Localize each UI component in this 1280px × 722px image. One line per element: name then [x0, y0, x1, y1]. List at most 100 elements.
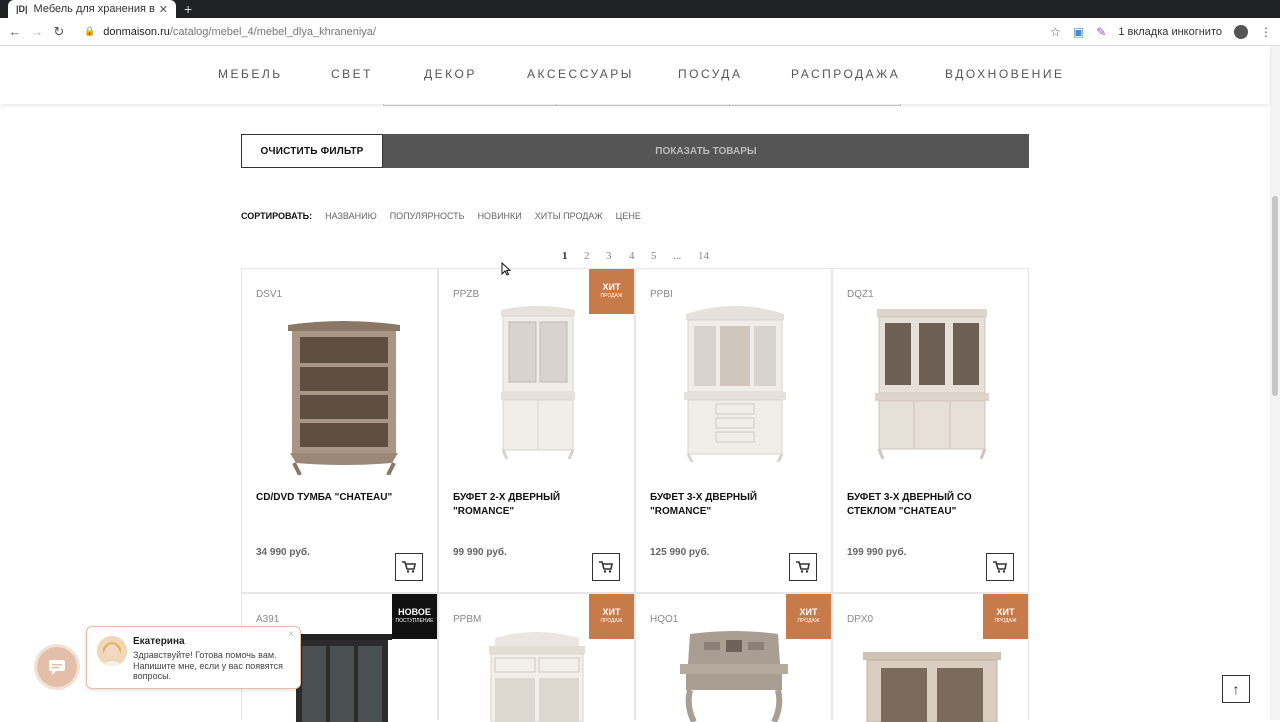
- product-image[interactable]: [284, 317, 404, 475]
- add-to-cart-button[interactable]: [986, 553, 1014, 581]
- product-sku: A391: [256, 614, 280, 625]
- close-icon[interactable]: ×: [288, 629, 294, 640]
- product-sku: PPZB: [453, 289, 480, 300]
- lock-icon: 🔒: [84, 26, 96, 36]
- badge-subtitle: ПРОДАЖ: [600, 617, 623, 624]
- menu-kebab-icon[interactable]: ⋮: [1260, 25, 1272, 39]
- nav-item-decor[interactable]: ДЕКОР: [424, 67, 477, 81]
- nav-item-light[interactable]: СВЕТ: [331, 67, 373, 81]
- page-2[interactable]: 2: [584, 250, 590, 262]
- product-image[interactable]: [497, 304, 579, 459]
- extension-icon[interactable]: ▣: [1073, 25, 1084, 39]
- chat-open-button[interactable]: [37, 647, 77, 687]
- product-image[interactable]: [485, 630, 589, 722]
- product-image[interactable]: [873, 307, 991, 459]
- reload-icon[interactable]: ↻: [48, 24, 70, 40]
- product-sku: DSV1: [256, 289, 283, 300]
- filter-select-edge: [729, 104, 901, 106]
- avatar: [97, 636, 127, 666]
- page-4[interactable]: 4: [629, 250, 635, 262]
- scrollbar-thumb[interactable]: [1272, 196, 1278, 396]
- cart-icon: [599, 561, 613, 573]
- new-arrival-badge: НОВОЕ ПОСТУПЛЕНИЕ: [392, 594, 437, 639]
- chat-message: Здравствуйте! Готова помочь вам. Напишит…: [133, 650, 284, 681]
- page-1[interactable]: 1: [562, 250, 568, 262]
- cart-icon: [993, 561, 1007, 573]
- chat-greeting-popup[interactable]: Екатерина Здравствуйте! Готова помочь ва…: [86, 626, 301, 689]
- clear-filter-button[interactable]: ОЧИСТИТЬ ФИЛЬТР: [241, 134, 383, 168]
- tab-close-icon[interactable]: ✕: [159, 3, 168, 16]
- product-card[interactable]: DSV1 CD/DVD ТУМБА "CHATEAU" 34 990 руб.: [241, 268, 438, 593]
- bestseller-badge: ХИТ ПРОДАЖ: [589, 269, 634, 314]
- url-path: /catalog/mebel_4/mebel_dlya_khraneniya/: [169, 25, 376, 38]
- sort-by-bestsellers[interactable]: ХИТЫ ПРОДАЖ: [535, 211, 603, 221]
- product-image[interactable]: [676, 630, 792, 722]
- product-card[interactable]: HQO1 ХИТ ПРОДАЖ: [635, 593, 832, 722]
- product-name[interactable]: БУФЕТ 3-Х ДВЕРНЫЙ СО СТЕКЛОМ "CHATEAU": [847, 491, 1017, 519]
- nav-item-furniture[interactable]: МЕБЕЛЬ: [218, 67, 283, 81]
- product-price: 34 990 руб.: [256, 547, 310, 558]
- bestseller-badge: ХИТ ПРОДАЖ: [786, 594, 831, 639]
- incognito-label[interactable]: 1 вкладка инкогнито: [1118, 26, 1222, 38]
- bookmark-star-icon[interactable]: ☆: [1050, 25, 1061, 39]
- scroll-to-top-button[interactable]: ↑: [1222, 675, 1250, 703]
- pen-extension-icon[interactable]: ✎: [1096, 25, 1106, 39]
- product-image[interactable]: [292, 632, 392, 722]
- product-card[interactable]: PPBI БУФЕТ 3-Х ДВЕРНЫЙ "ROMANCE" 125 990…: [635, 268, 832, 593]
- sort-by-name[interactable]: НАЗВАНИЮ: [325, 211, 377, 221]
- mouse-cursor-icon: [501, 262, 511, 276]
- forward-icon[interactable]: →: [26, 24, 48, 39]
- product-card[interactable]: PPZB ХИТ ПРОДАЖ БУФЕТ 2-Х ДВЕРНЫЙ "ROMANC…: [438, 268, 635, 593]
- add-to-cart-button[interactable]: [789, 553, 817, 581]
- site-favicon-icon: |D|: [16, 4, 28, 14]
- product-image[interactable]: [680, 302, 790, 462]
- nav-item-dishes[interactable]: ПОСУДА: [678, 67, 742, 81]
- filter-select-edge: [383, 104, 556, 106]
- nav-item-sale[interactable]: РАСПРОДАЖА: [791, 67, 900, 81]
- sort-by-new[interactable]: НОВИНКИ: [478, 211, 522, 221]
- nav-item-accessories[interactable]: АКСЕССУАРЫ: [527, 67, 634, 81]
- badge-title: НОВОЕ: [398, 606, 431, 617]
- product-sku: DPX0: [847, 614, 874, 625]
- add-to-cart-button[interactable]: [592, 553, 620, 581]
- product-price: 199 990 руб.: [847, 547, 907, 558]
- badge-title: ХИТ: [996, 606, 1015, 617]
- back-icon[interactable]: ←: [4, 24, 26, 39]
- new-tab-icon[interactable]: +: [184, 1, 192, 17]
- badge-title: ХИТ: [602, 606, 621, 617]
- url-host: donmaison.ru: [103, 25, 170, 38]
- nav-item-inspiration[interactable]: ВДОХНОВЕНИЕ: [945, 67, 1064, 81]
- product-card[interactable]: PPBM ХИТ ПРОДАЖ: [438, 593, 635, 722]
- sort-by-popularity[interactable]: ПОПУЛЯРНОСТЬ: [390, 211, 465, 221]
- show-products-button[interactable]: ПОКАЗАТЬ ТОВАРЫ: [383, 134, 1029, 168]
- product-sku: PPBI: [650, 289, 673, 300]
- page-3[interactable]: 3: [606, 250, 612, 262]
- incognito-icon[interactable]: [1234, 25, 1248, 39]
- product-image[interactable]: [863, 650, 1001, 722]
- chat-agent-name: Екатерина: [133, 636, 185, 647]
- bestseller-badge: ХИТ ПРОДАЖ: [983, 594, 1028, 639]
- address-bar: ← → ↻ 🔒 donmaison.ru /catalog/mebel_4/me…: [0, 18, 1280, 46]
- product-name[interactable]: БУФЕТ 2-Х ДВЕРНЫЙ "ROMANCE": [453, 491, 623, 519]
- badge-title: ХИТ: [602, 281, 621, 292]
- page-scrollbar[interactable]: [1270, 46, 1280, 720]
- product-card[interactable]: DPX0 ХИТ ПРОДАЖ: [832, 593, 1029, 722]
- badge-title: ХИТ: [799, 606, 818, 617]
- product-card[interactable]: DQZ1 БУФЕТ 3-Х ДВЕРНЫЙ СО СТЕКЛОМ "CHATE…: [832, 268, 1029, 593]
- page-14[interactable]: 14: [698, 250, 709, 262]
- product-sku: HQO1: [650, 614, 679, 625]
- arrow-up-icon: ↑: [1232, 681, 1240, 697]
- page-ellipsis: ...: [673, 250, 682, 262]
- product-name[interactable]: БУФЕТ 3-Х ДВЕРНЫЙ "ROMANCE": [650, 491, 820, 519]
- page-5[interactable]: 5: [651, 250, 657, 262]
- chat-icon: [49, 660, 65, 675]
- bestseller-badge: ХИТ ПРОДАЖ: [589, 594, 634, 639]
- url-field[interactable]: 🔒 donmaison.ru /catalog/mebel_4/mebel_dl…: [84, 26, 376, 38]
- browser-tab[interactable]: |D| Мебель для хранения в ✕: [8, 0, 176, 18]
- add-to-cart-button[interactable]: [395, 553, 423, 581]
- sort-by-price[interactable]: ЦЕНЕ: [616, 211, 641, 221]
- product-price: 99 990 руб.: [453, 547, 507, 558]
- product-price: 125 990 руб.: [650, 547, 710, 558]
- cart-icon: [402, 561, 416, 573]
- product-name[interactable]: CD/DVD ТУМБА "CHATEAU": [256, 491, 426, 505]
